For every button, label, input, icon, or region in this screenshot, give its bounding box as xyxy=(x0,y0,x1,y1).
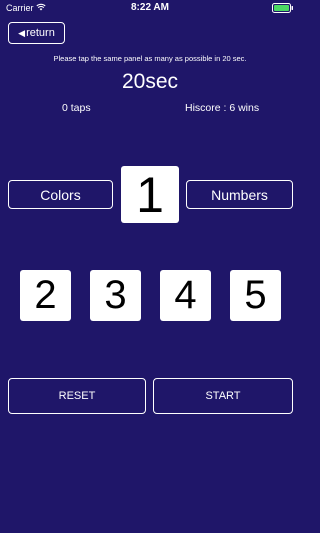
hiscore-label: Hiscore : 6 wins xyxy=(185,102,260,114)
instructions-text: Please tap the same panel as many as pos… xyxy=(53,54,247,63)
numbers-mode-button[interactable]: Numbers xyxy=(186,180,293,209)
start-button[interactable]: START xyxy=(153,378,293,414)
tap-count: 0 taps xyxy=(62,102,91,114)
status-time: 8:22 AM xyxy=(131,2,169,13)
return-label: return xyxy=(26,27,55,39)
battery-icon xyxy=(272,3,293,13)
choice-panel[interactable]: 3 xyxy=(90,270,141,321)
target-panel[interactable]: 1 xyxy=(121,166,179,223)
timer-display: 20sec xyxy=(121,70,179,93)
reset-button[interactable]: RESET xyxy=(8,378,146,414)
choice-panel[interactable]: 5 xyxy=(230,270,281,321)
choice-panel[interactable]: 4 xyxy=(160,270,211,321)
colors-mode-button[interactable]: Colors xyxy=(8,180,113,209)
left-triangle-icon: ◀ xyxy=(18,27,26,38)
game-screen: Carrier 8:22 AM ◀ return Please tap the … xyxy=(0,0,300,533)
status-bar: Carrier 8:22 AM xyxy=(0,0,300,16)
return-button[interactable]: ◀ return xyxy=(8,22,65,44)
choice-panel[interactable]: 2 xyxy=(20,270,71,321)
